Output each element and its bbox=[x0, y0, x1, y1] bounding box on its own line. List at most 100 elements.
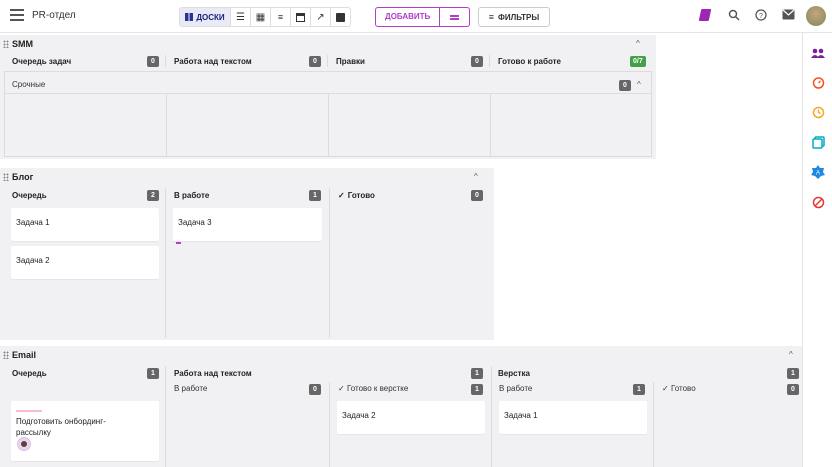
collapse-board-icon[interactable]: ^ bbox=[636, 39, 640, 48]
calendar-icon bbox=[296, 12, 305, 22]
task-card[interactable]: Задача 2 bbox=[337, 401, 485, 434]
user-avatar[interactable] bbox=[806, 6, 826, 26]
search-icon[interactable] bbox=[728, 9, 740, 24]
board-blog: Блог ^ Очередь 2 В работе 1 ✓ Готово 0 З… bbox=[0, 168, 494, 340]
column-title: В работе bbox=[174, 190, 210, 200]
hamburger-menu-icon[interactable] bbox=[10, 9, 24, 21]
help-icon[interactable]: ? bbox=[755, 9, 767, 24]
boards-icon bbox=[185, 13, 194, 21]
right-sidebar: A bbox=[802, 33, 832, 467]
board-smm: SMM ^ Очередь задач 0 Работа над текстом… bbox=[0, 35, 656, 159]
task-card[interactable]: Задача 1 bbox=[11, 208, 159, 241]
column-header: Верстка bbox=[486, 366, 796, 380]
board-email: Email ^ Очередь 1 Работа над текстом 1 В… bbox=[0, 346, 802, 467]
svg-text:?: ? bbox=[759, 13, 763, 20]
label-bar bbox=[16, 410, 42, 412]
copy-icon[interactable] bbox=[810, 134, 826, 150]
table-view-button[interactable]: ▦ bbox=[250, 8, 270, 26]
gantt-view-button[interactable]: ≡ bbox=[270, 8, 290, 26]
board-title: Email bbox=[12, 350, 37, 360]
swimlane: Срочные 0 ^ bbox=[4, 71, 652, 157]
column-header: Работа над текстом bbox=[162, 54, 326, 68]
card-title: Задача 1 bbox=[504, 411, 538, 420]
column-count: 1 bbox=[309, 190, 321, 201]
check-icon: ✓ bbox=[338, 190, 345, 200]
swimlane-title[interactable]: Срочные bbox=[12, 80, 45, 89]
subcolumn-label: Готово к верстке bbox=[346, 384, 409, 393]
column-header: Работа над текстом bbox=[162, 366, 486, 380]
column-divider bbox=[489, 55, 490, 67]
column-divider bbox=[328, 94, 329, 157]
column-header: ✓ Готово bbox=[328, 188, 492, 202]
collapse-board-icon[interactable]: ^ bbox=[789, 350, 793, 359]
subcolumn-title: В работе bbox=[174, 384, 208, 393]
add-button[interactable]: ДОБАВИТЬ bbox=[376, 8, 439, 26]
column-divider bbox=[327, 55, 328, 67]
column-header: Очередь задач bbox=[0, 54, 164, 68]
task-card[interactable]: Подготовить онбординг-рассылку bbox=[11, 401, 159, 461]
chart-view-button[interactable]: ↗ bbox=[310, 8, 330, 26]
grid-icon: ▦ bbox=[255, 11, 266, 23]
top-bar: PR-отдел ДОСКИ ☰ ▦ ≡ ↗ ДОБАВИТЬ ≡ ФИЛЬТР… bbox=[0, 0, 832, 33]
history-icon[interactable] bbox=[810, 104, 826, 120]
list-view-button[interactable]: ☰ bbox=[230, 8, 250, 26]
project-title[interactable]: PR-отдел bbox=[32, 10, 76, 21]
progress-indicator bbox=[176, 242, 181, 244]
board-header[interactable]: SMM bbox=[0, 35, 33, 53]
column-divider bbox=[165, 366, 166, 467]
list-icon: ☰ bbox=[236, 11, 245, 23]
column-divider bbox=[166, 94, 167, 157]
subcolumn-count: 1 bbox=[633, 384, 645, 395]
drag-handle-icon[interactable] bbox=[3, 351, 9, 359]
add-button-group: ДОБАВИТЬ bbox=[375, 7, 471, 27]
subcolumn-count: 0 bbox=[309, 384, 321, 395]
column-title: Готово к работе bbox=[498, 56, 562, 66]
boards-view-button[interactable]: ДОСКИ bbox=[180, 8, 230, 26]
card-title: Задача 2 bbox=[16, 256, 50, 265]
card-title: Подготовить онбординг-рассылку bbox=[16, 417, 106, 437]
boards-view-label: ДОСКИ bbox=[196, 12, 225, 22]
automation-icon[interactable]: A bbox=[810, 164, 826, 180]
add-options-button[interactable] bbox=[439, 8, 469, 26]
filters-button[interactable]: ≡ ФИЛЬТРЫ bbox=[478, 7, 550, 27]
column-title: Очередь задач bbox=[12, 56, 72, 66]
subcolumn-count: 1 bbox=[471, 384, 483, 395]
calendar-view-button[interactable] bbox=[290, 8, 310, 26]
column-count-limit: 0/7 bbox=[630, 56, 646, 67]
board-header[interactable]: Блог bbox=[0, 168, 33, 186]
column-title: Очередь bbox=[12, 368, 47, 378]
column-title: Верстка bbox=[498, 368, 530, 378]
column-header: Очередь bbox=[0, 366, 164, 380]
drag-handle-icon[interactable] bbox=[3, 173, 9, 181]
column-count: 1 bbox=[147, 368, 159, 379]
column-title: Работа над текстом bbox=[174, 368, 252, 378]
column-title: Правки bbox=[336, 56, 365, 66]
task-card[interactable]: Задача 3 bbox=[173, 208, 322, 244]
collapse-swimlane-icon[interactable]: ^ bbox=[637, 80, 641, 89]
svg-text:A: A bbox=[816, 171, 820, 177]
column-count: 2 bbox=[147, 190, 159, 201]
mail-icon[interactable] bbox=[782, 9, 795, 23]
drag-handle-icon[interactable] bbox=[3, 40, 9, 48]
column-header: Правки bbox=[324, 54, 488, 68]
trend-icon: ↗ bbox=[316, 11, 325, 23]
block-icon[interactable] bbox=[810, 194, 826, 210]
people-icon[interactable] bbox=[810, 45, 826, 61]
subcolumn-title: ✓ Готово к верстке bbox=[338, 384, 408, 393]
task-card[interactable]: Задача 1 bbox=[499, 401, 647, 434]
column-divider bbox=[165, 55, 166, 67]
menu-lines-icon bbox=[450, 14, 460, 20]
card-title: Задача 1 bbox=[16, 218, 50, 227]
board-header[interactable]: Email bbox=[0, 346, 36, 364]
card-title: Задача 3 bbox=[178, 218, 212, 227]
column-divider bbox=[329, 188, 330, 338]
archive-view-button[interactable] bbox=[330, 8, 350, 26]
collapse-board-icon[interactable]: ^ bbox=[474, 172, 478, 181]
task-card[interactable]: Задача 2 bbox=[11, 246, 159, 279]
tag-icon[interactable] bbox=[698, 9, 712, 21]
board-title: Блог bbox=[12, 172, 34, 182]
archive-icon bbox=[336, 12, 345, 22]
board-title: SMM bbox=[12, 39, 33, 49]
assignee-avatar[interactable] bbox=[17, 437, 31, 451]
timer-icon[interactable] bbox=[810, 74, 826, 90]
